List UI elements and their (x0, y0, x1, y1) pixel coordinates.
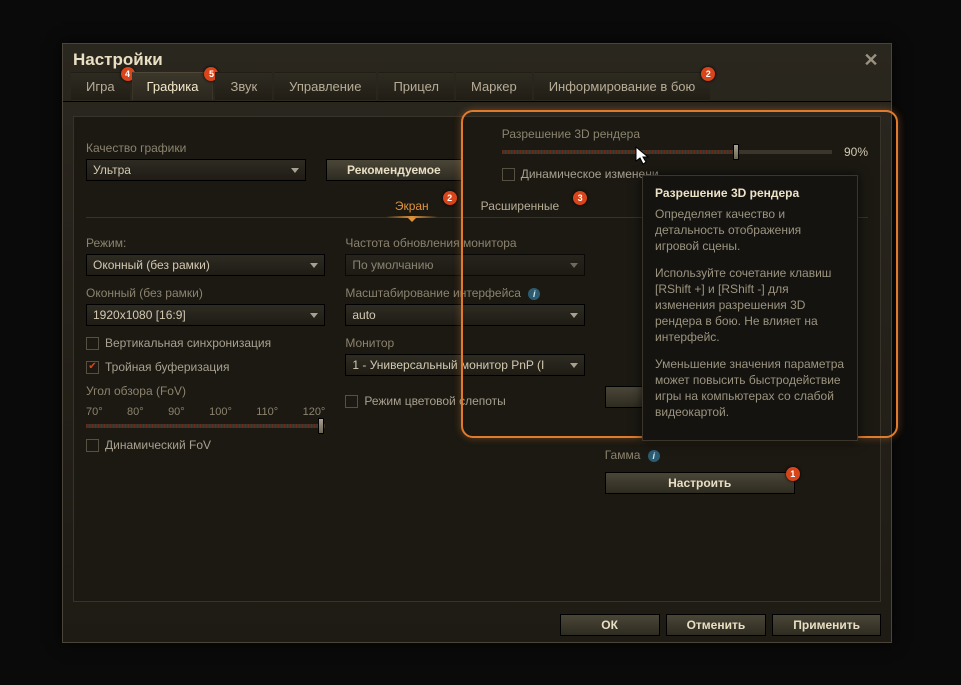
render3d-percent: 90% (844, 145, 868, 159)
quality-value: Ультра (93, 163, 131, 177)
tab-sound[interactable]: Звук (215, 72, 272, 101)
fov-mark: 80° (127, 406, 144, 418)
recommended-button[interactable]: Рекомендуемое (326, 159, 462, 181)
chevron-down-icon (570, 313, 578, 318)
tab-battle-info[interactable]: Информирование в бою 2 (534, 72, 711, 101)
column-left: Режим: Оконный (без рамки) Оконный (без … (86, 236, 325, 494)
fov-mark: 70° (86, 406, 103, 418)
fov-mark: 120° (303, 406, 326, 418)
apply-button[interactable]: Применить (772, 614, 881, 636)
scale-label: Масштабирование интерфейса i (345, 286, 584, 300)
main-tabs: Игра 4 Графика 5 Звук Управление Прицел … (63, 72, 891, 102)
gamma-label: Гамма i (605, 448, 868, 462)
checkbox-icon (86, 439, 99, 452)
resolution-label: Оконный (без рамки) (86, 286, 325, 300)
tooltip-render3d: Разрешение 3D рендера Определяет качеств… (642, 175, 858, 441)
vsync-label: Вертикальная синхронизация (105, 336, 271, 350)
monitor-label: Монитор (345, 336, 584, 350)
subtab-advanced-notif: 3 (573, 191, 587, 205)
subtab-advanced-label: Расширенные (481, 199, 560, 213)
dynamic-fov-label: Динамический FoV (105, 438, 211, 452)
chevron-down-icon (570, 263, 578, 268)
column-middle: Частота обновления монитора По умолчанию… (345, 236, 584, 494)
tab-controls-label: Управление (289, 79, 361, 94)
configure-gamma-button[interactable]: Настроить 1 (605, 472, 795, 494)
footer: ОК Отменить Применить (560, 614, 881, 636)
fov-thumb[interactable] (318, 418, 324, 434)
tab-graphics-label: Графика (147, 79, 199, 94)
quality-select[interactable]: Ультра (86, 159, 306, 181)
titlebar: Настройки ✕ (63, 44, 891, 72)
tab-reticle[interactable]: Прицел (378, 72, 454, 101)
refresh-select[interactable]: По умолчанию (345, 254, 584, 276)
monitor-value: 1 - Универсальный монитор PnP (I (352, 358, 544, 372)
refresh-label: Частота обновления монитора (345, 236, 584, 250)
gamma-notif: 1 (786, 467, 800, 481)
ok-button[interactable]: ОК (560, 614, 660, 636)
fov-scale: 70° 80° 90° 100° 110° 120° (86, 402, 325, 420)
fov-mark: 90° (168, 406, 185, 418)
fov-mark: 110° (256, 406, 278, 418)
chevron-down-icon (570, 363, 578, 368)
tab-game-label: Игра (86, 79, 115, 94)
close-icon[interactable]: ✕ (861, 50, 881, 70)
fov-label: Угол обзора (FoV) (86, 384, 325, 398)
tab-game[interactable]: Игра 4 (71, 72, 130, 101)
info-icon[interactable]: i (648, 450, 660, 462)
triple-buffer-label: Тройная буферизация (105, 360, 230, 374)
render3d-fill (502, 150, 733, 154)
scale-select[interactable]: auto (345, 304, 584, 326)
subtab-screen-label: Экран (395, 199, 429, 213)
scale-value: auto (352, 308, 375, 322)
gamma-btn-label: Настроить (668, 476, 731, 490)
window-title: Настройки (73, 50, 163, 70)
resolution-select[interactable]: 1920x1080 [16:9] (86, 304, 325, 326)
chevron-down-icon (291, 168, 299, 173)
checkbox-icon (345, 395, 358, 408)
refresh-value: По умолчанию (352, 258, 433, 272)
tab-marker-label: Маркер (471, 79, 517, 94)
chevron-down-icon (310, 263, 318, 268)
colorblind-check[interactable]: Режим цветовой слепоты (345, 394, 584, 408)
mode-label: Режим: (86, 236, 325, 250)
triple-buffer-check[interactable]: Тройная буферизация (86, 360, 325, 374)
chevron-down-icon (310, 313, 318, 318)
tab-sound-label: Звук (230, 79, 257, 94)
fov-mark: 100° (209, 406, 232, 418)
tab-graphics[interactable]: Графика 5 (132, 72, 214, 101)
tab-marker[interactable]: Маркер (456, 72, 532, 101)
dynamic-fov-check[interactable]: Динамический FoV (86, 438, 325, 452)
fov-fill (86, 424, 321, 428)
vsync-check[interactable]: Вертикальная синхронизация (86, 336, 325, 350)
mode-value: Оконный (без рамки) (93, 258, 210, 272)
tab-battle-info-label: Информирование в бою (549, 79, 696, 94)
tab-controls[interactable]: Управление (274, 72, 376, 101)
info-icon[interactable]: i (528, 288, 540, 300)
checkbox-icon (86, 337, 99, 350)
tab-battle-info-notif: 2 (701, 67, 715, 81)
tooltip-title: Разрешение 3D рендера (655, 186, 845, 200)
colorblind-label: Режим цветовой слепоты (364, 394, 505, 408)
resolution-value: 1920x1080 [16:9] (93, 308, 186, 322)
mode-select[interactable]: Оконный (без рамки) (86, 254, 325, 276)
recommended-label: Рекомендуемое (347, 163, 441, 177)
fov-slider[interactable] (86, 424, 325, 428)
monitor-select[interactable]: 1 - Универсальный монитор PnP (I (345, 354, 584, 376)
subtab-advanced[interactable]: Расширенные 3 (455, 195, 586, 217)
chevron-down-icon (408, 218, 416, 222)
render3d-label: Разрешение 3D рендера (502, 127, 868, 141)
tooltip-p1: Определяет качество и детальность отобра… (655, 206, 845, 255)
checkbox-checked-icon (86, 361, 99, 374)
checkbox-icon (502, 168, 515, 181)
tooltip-p2: Используйте сочетание клавиш [RShift +] … (655, 265, 845, 346)
tab-reticle-label: Прицел (393, 79, 439, 94)
quality-label: Качество графики (86, 141, 306, 155)
render3d-slider[interactable] (502, 150, 832, 154)
subtab-screen[interactable]: Экран 2 (369, 195, 455, 217)
tooltip-p3: Уменьшение значения параметра может повы… (655, 356, 845, 421)
cancel-button[interactable]: Отменить (666, 614, 767, 636)
render3d-thumb[interactable] (733, 144, 739, 160)
dynamic-resize-label: Динамическое изменени (521, 167, 659, 181)
